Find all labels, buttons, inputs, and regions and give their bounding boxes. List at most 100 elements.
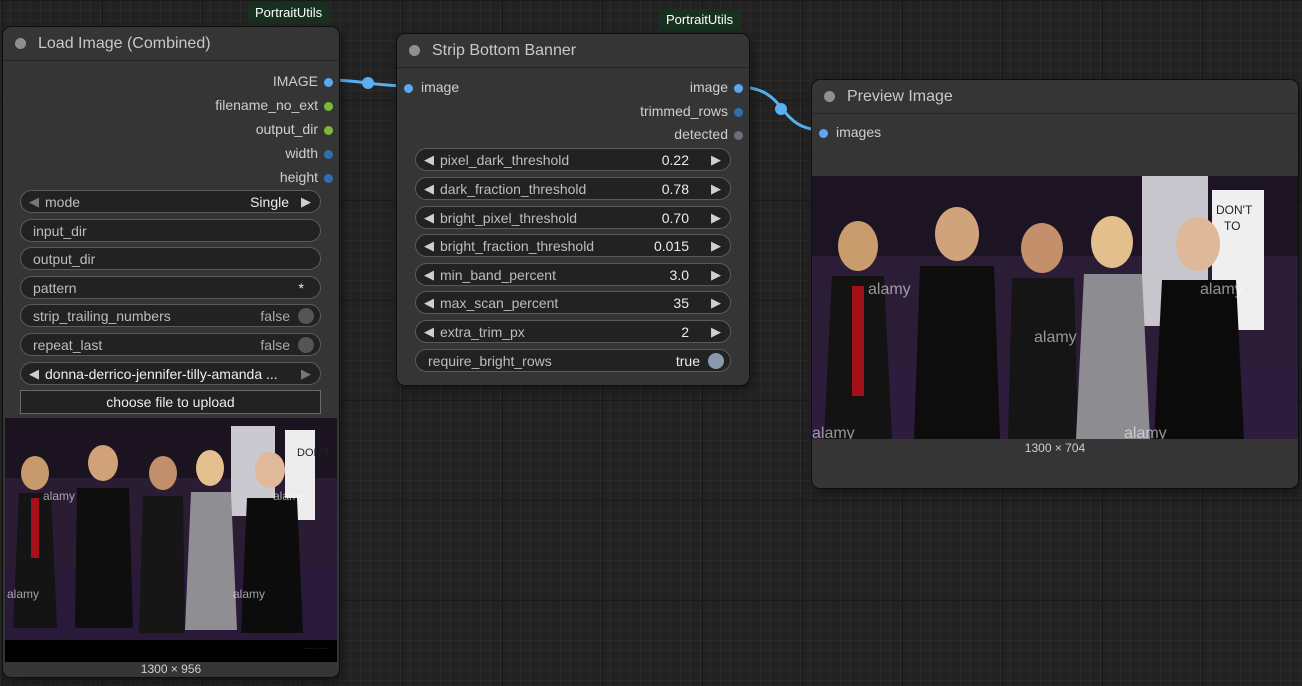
arrow-left-icon[interactable]: ◀ — [424, 295, 434, 311]
strip-trailing-toggle[interactable]: strip_trailing_numbers false — [20, 304, 321, 327]
arrow-right-icon[interactable]: ▶ — [711, 324, 721, 340]
node-badge: PortraitUtils — [659, 9, 741, 31]
svg-text:alamy: alamy — [233, 587, 265, 601]
output-height[interactable]: height — [280, 169, 333, 185]
input-images[interactable]: images — [819, 124, 881, 140]
output-image[interactable]: IMAGE — [273, 73, 333, 89]
widget-value: 2 — [681, 323, 689, 340]
mode-combo[interactable]: ◀ mode Single ▶ — [20, 190, 321, 213]
arrow-left-icon[interactable]: ◀ — [424, 152, 434, 168]
banner-fine-print: · · · · · · · · — [303, 646, 327, 652]
arrow-right-icon[interactable]: ▶ — [711, 210, 721, 226]
arrow-left-icon[interactable]: ◀ — [424, 210, 434, 226]
output-slot-icon[interactable] — [734, 130, 743, 140]
widget-label: output_dir — [33, 250, 96, 267]
widget-value: donna-derrico-jennifer-tilly-amanda ... — [45, 365, 278, 382]
svg-text:alamy: alamy — [1124, 425, 1167, 439]
loaded-image-preview: DON'T alamy alamy alamy alamy · · · · · … — [5, 418, 337, 662]
param-pixel-dark-threshold[interactable]: ◀ pixel_dark_threshold 0.22 ▶ — [415, 148, 731, 171]
svg-text:TO: TO — [1224, 219, 1240, 233]
svg-text:alamy: alamy — [43, 489, 75, 503]
param-max-scan-percent[interactable]: ◀ max_scan_percent 35 ▶ — [415, 291, 731, 314]
node-badge: PortraitUtils — [248, 2, 330, 24]
arrow-right-icon[interactable]: ▶ — [711, 267, 721, 283]
node-title: Load Image (Combined) — [38, 34, 211, 52]
widget-value: Single — [250, 193, 289, 210]
event-photo: DON'T alamy alamy alamy alamy — [5, 418, 337, 662]
toggle-knob-icon[interactable] — [708, 352, 724, 369]
upload-button[interactable]: choose file to upload — [20, 390, 321, 414]
widget-label: bright_pixel_threshold — [440, 209, 577, 226]
preview-image-node[interactable]: Preview Image images DON'T TO alamy alam… — [812, 80, 1298, 488]
param-dark-fraction-threshold[interactable]: ◀ dark_fraction_threshold 0.78 ▶ — [415, 177, 731, 200]
image-file-combo[interactable]: ◀ donna-derrico-jennifer-tilly-amanda ..… — [20, 362, 321, 385]
arrow-right-icon[interactable]: ▶ — [301, 194, 311, 210]
input-dir-field[interactable]: input_dir — [20, 219, 321, 242]
widget-label: input_dir — [33, 222, 87, 239]
collapse-dot-icon[interactable] — [824, 91, 835, 102]
output-trimmed-rows[interactable]: trimmed_rows — [640, 103, 743, 119]
arrow-left-icon[interactable]: ◀ — [424, 324, 434, 340]
svg-text:alamy: alamy — [1200, 281, 1243, 298]
image-dimensions: 1300 × 956 — [140, 662, 202, 676]
output-label: IMAGE — [272, 73, 318, 89]
node-title-bar[interactable]: Load Image (Combined) — [3, 27, 339, 61]
output-filename[interactable]: filename_no_ext — [215, 97, 333, 113]
output-label: trimmed_rows — [640, 103, 728, 119]
output-slot-icon[interactable] — [734, 107, 743, 117]
widget-value: 0.78 — [661, 180, 689, 197]
arrow-right-icon[interactable]: ▶ — [711, 152, 721, 168]
output-slot-icon[interactable] — [734, 83, 743, 93]
image-dimensions: 1300 × 704 — [1024, 441, 1086, 455]
output-image[interactable]: image — [690, 79, 743, 95]
arrow-right-icon[interactable]: ▶ — [711, 295, 721, 311]
link-midpoint — [775, 103, 787, 115]
param-bright-fraction-threshold[interactable]: ◀ bright_fraction_threshold 0.015 ▶ — [415, 234, 731, 257]
node-title-bar[interactable]: Preview Image — [812, 80, 1298, 114]
load-image-node[interactable]: Load Image (Combined) IMAGE filename_no_… — [3, 27, 339, 677]
output-slot-icon[interactable] — [324, 173, 333, 183]
widget-label: bright_fraction_threshold — [440, 237, 595, 254]
pattern-field[interactable]: pattern * — [20, 276, 321, 299]
svg-text:alamy: alamy — [273, 489, 305, 503]
arrow-left-icon[interactable]: ◀ — [29, 366, 39, 382]
output-dir-field[interactable]: output_dir — [20, 247, 321, 270]
output-label: output_dir — [255, 121, 318, 137]
input-slot-icon[interactable] — [404, 83, 413, 93]
link-image-to-strip — [327, 78, 409, 88]
toggle-knob-icon[interactable] — [298, 307, 314, 324]
widget-label: pattern — [33, 279, 77, 296]
image-watermark-banner: · · · · · · · · — [5, 640, 337, 662]
output-slot-icon[interactable] — [324, 101, 333, 111]
output-slot-icon[interactable] — [324, 77, 333, 87]
output-dir[interactable]: output_dir — [256, 121, 333, 137]
input-slot-icon[interactable] — [819, 128, 828, 138]
collapse-dot-icon[interactable] — [15, 38, 26, 49]
output-width[interactable]: width — [285, 145, 333, 161]
preview-image: DON'T TO alamy alamy alamy alamy alamy — [812, 176, 1298, 439]
output-label: detected — [674, 126, 728, 142]
arrow-left-icon[interactable]: ◀ — [29, 194, 39, 210]
output-slot-icon[interactable] — [324, 149, 333, 159]
param-extra-trim-px[interactable]: ◀ extra_trim_px 2 ▶ — [415, 320, 731, 343]
strip-bottom-banner-node[interactable]: Strip Bottom Banner image image trimmed_… — [397, 34, 749, 385]
arrow-right-icon[interactable]: ▶ — [711, 181, 721, 197]
input-label: images — [836, 124, 882, 140]
output-detected[interactable]: detected — [674, 126, 743, 142]
arrow-right-icon[interactable]: ▶ — [301, 366, 311, 382]
arrow-left-icon[interactable]: ◀ — [424, 181, 434, 197]
repeat-last-toggle[interactable]: repeat_last false — [20, 333, 321, 356]
node-title-bar[interactable]: Strip Bottom Banner — [397, 34, 749, 68]
input-image[interactable]: image — [404, 79, 459, 95]
require-bright-rows-toggle[interactable]: require_bright_rows true — [415, 349, 731, 372]
param-min-band-percent[interactable]: ◀ min_band_percent 3.0 ▶ — [415, 263, 731, 286]
param-bright-pixel-threshold[interactable]: ◀ bright_pixel_threshold 0.70 ▶ — [415, 206, 731, 229]
toggle-knob-icon[interactable] — [298, 336, 314, 353]
collapse-dot-icon[interactable] — [409, 45, 420, 56]
widget-label: max_scan_percent — [440, 294, 559, 311]
widget-value: false — [260, 307, 290, 324]
arrow-right-icon[interactable]: ▶ — [711, 238, 721, 254]
arrow-left-icon[interactable]: ◀ — [424, 238, 434, 254]
arrow-left-icon[interactable]: ◀ — [424, 267, 434, 283]
output-slot-icon[interactable] — [324, 125, 333, 135]
